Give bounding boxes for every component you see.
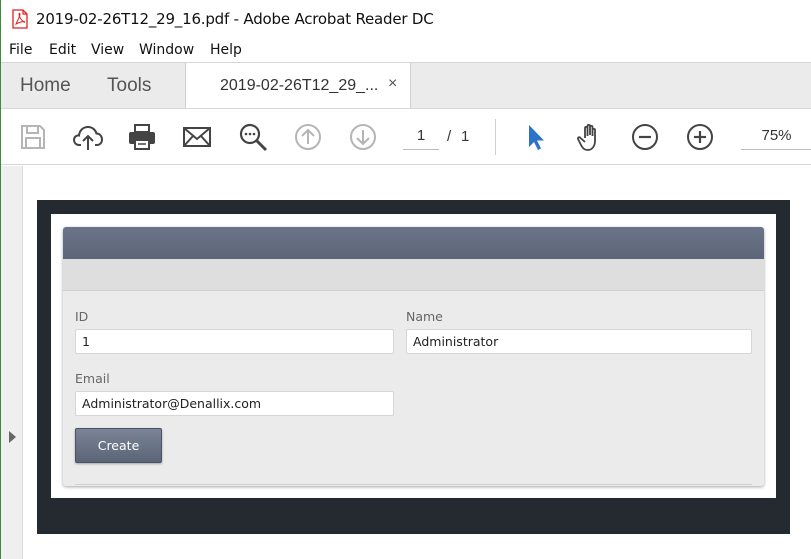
zoom-out-icon[interactable] [629,121,661,153]
menu-view[interactable]: View [91,42,124,58]
left-panel-rail[interactable] [1,166,23,559]
email-label: Email [75,371,110,386]
close-tab-icon[interactable]: × [388,75,397,93]
title-bar: 2019-02-26T12_29_16.pdf - Adobe Acrobat … [1,0,811,38]
acrobat-window: 2019-02-26T12_29_16.pdf - Adobe Acrobat … [0,0,811,559]
window-title: 2019-02-26T12_29_16.pdf - Adobe Acrobat … [36,10,434,28]
document-viewport: ID 1 Name Administrator Email Administra… [1,166,811,559]
tab-tools[interactable]: Tools [107,75,151,97]
select-cursor-icon[interactable] [520,121,552,153]
menu-bar: File Edit View Window Help [1,38,811,62]
id-label: ID [75,309,89,324]
page-inner: ID 1 Name Administrator Email Administra… [51,214,776,498]
tab-bar: Home Tools 2019-02-26T12_29_... × [1,62,811,109]
page-number-input[interactable]: 1 [403,122,439,150]
name-field[interactable]: Administrator [406,329,752,354]
upload-cloud-icon[interactable] [72,121,104,153]
tab-document[interactable]: 2019-02-26T12_29_... × [185,63,411,109]
pdf-page-image: ID 1 Name Administrator Email Administra… [37,200,790,534]
id-field[interactable]: 1 [75,329,394,354]
toolbar-divider [495,119,496,155]
tab-home[interactable]: Home [20,75,71,97]
form-divider [75,484,752,485]
page-total: 1 [461,128,470,145]
menu-edit[interactable]: Edit [49,42,76,58]
page-up-icon[interactable] [292,121,324,153]
save-icon[interactable] [17,121,49,153]
form-card: ID 1 Name Administrator Email Administra… [63,227,764,486]
zoom-in-icon[interactable] [684,121,716,153]
pdf-file-icon [12,9,28,29]
create-button[interactable]: Create [75,428,162,463]
hand-tool-icon[interactable] [574,121,606,153]
expand-panel-icon[interactable] [9,431,16,443]
form-toolbar-strip [63,259,764,291]
form-header-bar [63,227,764,259]
page-down-icon[interactable] [347,121,379,153]
menu-window[interactable]: Window [139,42,194,58]
page-separator: / [447,128,452,145]
search-icon[interactable] [237,121,269,153]
name-label: Name [406,309,443,324]
email-icon[interactable] [181,121,213,153]
tab-document-label: 2019-02-26T12_29_... [220,77,379,94]
email-field[interactable]: Administrator@Denallix.com [75,391,394,416]
toolbar: 1 / 1 75% [1,108,811,165]
menu-file[interactable]: File [9,42,32,58]
print-icon[interactable] [126,121,158,153]
zoom-level-input[interactable]: 75% [741,122,811,150]
menu-help[interactable]: Help [210,42,242,58]
